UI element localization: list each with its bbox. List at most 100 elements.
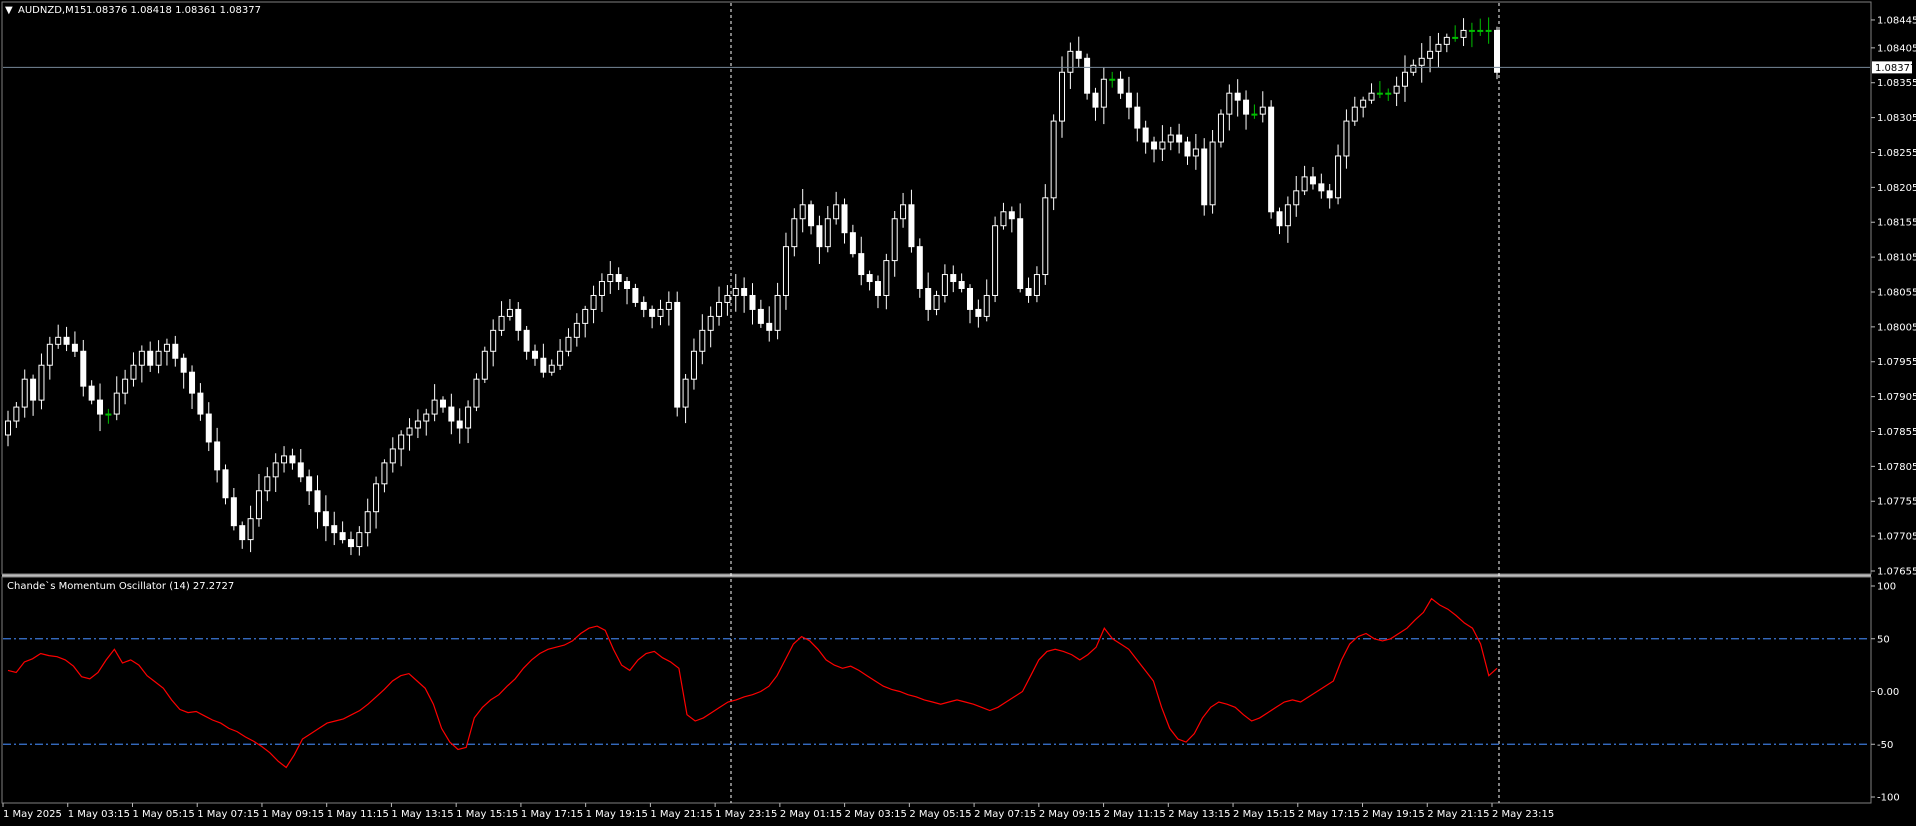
candle-body [431, 399, 438, 415]
x-tick-label: 1 May 13:15 [391, 809, 453, 820]
candle-body [674, 301, 681, 408]
candle-body [130, 364, 137, 380]
candle-body [866, 274, 873, 283]
candle-body [439, 399, 446, 408]
candle-body [314, 490, 321, 513]
price-y-tick-label: 1.07905 [1877, 392, 1916, 403]
candle-body [1251, 113, 1258, 116]
candle-body [498, 315, 505, 331]
candle-body [1393, 85, 1400, 94]
candle-body [1293, 190, 1300, 206]
candle-body [414, 420, 421, 429]
candle-body [1059, 71, 1066, 122]
candle-body [1017, 218, 1024, 290]
candle-body [1427, 50, 1434, 59]
candle-body [155, 350, 162, 366]
candle-body [1134, 106, 1141, 129]
candle-body [197, 392, 204, 415]
candle-body [598, 281, 605, 296]
x-tick-label: 2 May 19:15 [1363, 809, 1425, 820]
price-y-tick-label: 1.07755 [1877, 497, 1916, 508]
candle-body [1117, 78, 1124, 94]
symbol-menu-arrow-icon[interactable]: ▼ [5, 5, 13, 16]
x-tick-label: 2 May 09:15 [1039, 809, 1101, 820]
candle-body [1268, 106, 1275, 213]
price-y-tick-label: 1.07655 [1877, 567, 1916, 578]
candle-body [908, 204, 915, 248]
candle-body [1142, 127, 1149, 143]
x-tick-label: 1 May 19:15 [586, 809, 648, 820]
candle-body [13, 406, 20, 422]
indicator-y-tick-label: -50 [1877, 740, 1893, 751]
candle-body [1125, 92, 1132, 108]
candle-body [1000, 211, 1007, 227]
candle-body [665, 301, 672, 310]
candle-body [1460, 29, 1467, 38]
price-y-tick-label: 1.08205 [1877, 183, 1916, 194]
candle-body [649, 308, 656, 317]
candle-body [239, 525, 246, 541]
candle-body [975, 308, 982, 317]
candle-body [1217, 113, 1224, 143]
candle-body [1443, 36, 1450, 45]
candle-body [189, 371, 196, 394]
indicator-y-tick-label: -100 [1877, 793, 1900, 804]
candle-body [356, 532, 363, 548]
candle-body [858, 253, 865, 276]
candle-body [398, 434, 405, 450]
candle-body [1209, 141, 1216, 206]
candle-body [373, 483, 380, 513]
candle-body [30, 378, 37, 401]
candle-body [465, 406, 472, 429]
price-y-tick-label: 1.07805 [1877, 462, 1916, 473]
candle-body [657, 308, 664, 317]
candle-body [1067, 50, 1074, 73]
candle-body [481, 350, 488, 380]
candle-body [1276, 211, 1283, 227]
candle-body [423, 413, 430, 422]
candle-body [1351, 106, 1358, 122]
candle-body [791, 218, 798, 248]
candle-body [1401, 71, 1408, 87]
candle-body [1201, 148, 1208, 206]
candle-body [1284, 204, 1291, 227]
candle-body [833, 204, 840, 220]
x-tick-label: 1 May 23:15 [715, 809, 777, 820]
candle-body [406, 427, 413, 436]
candle-body [741, 288, 748, 296]
price-y-tick-label: 1.08105 [1877, 253, 1916, 264]
chart-background [0, 0, 1916, 826]
candle-body [364, 511, 371, 534]
candle-body [1075, 50, 1082, 59]
candle-body [841, 204, 848, 234]
candle-body [983, 294, 990, 317]
candle-body [557, 350, 564, 366]
candle-body [339, 532, 346, 541]
candle-body [816, 225, 823, 248]
price-y-tick-label: 1.08305 [1877, 113, 1916, 124]
candle-body [699, 329, 706, 352]
indicator-y-tick-label: 100 [1877, 582, 1896, 593]
candle-body [1167, 134, 1174, 143]
candle-body [1318, 183, 1325, 192]
price-y-tick-label: 1.07955 [1877, 357, 1916, 368]
x-tick-label: 2 May 11:15 [1104, 809, 1166, 820]
candle-body [389, 448, 396, 464]
candle-body [590, 294, 597, 310]
candle-body [707, 315, 714, 331]
candle-body [1025, 288, 1032, 296]
candle-body [1343, 120, 1350, 157]
candle-body [172, 343, 179, 359]
candle-body [1184, 141, 1191, 157]
candle-body [573, 322, 580, 338]
candle-body [782, 246, 789, 296]
candle-body [1008, 211, 1015, 220]
price-y-tick-label: 1.08355 [1877, 78, 1916, 89]
candle-body [381, 462, 388, 485]
candle-body [1176, 134, 1183, 143]
candle-body [950, 274, 957, 283]
candle-body [690, 350, 697, 380]
candle-body [1100, 78, 1107, 108]
chart-window[interactable]: ▼ AUDNZD,M15 1.08376 1.08418 1.08361 1.0… [0, 0, 1916, 826]
candle-body [532, 350, 539, 359]
